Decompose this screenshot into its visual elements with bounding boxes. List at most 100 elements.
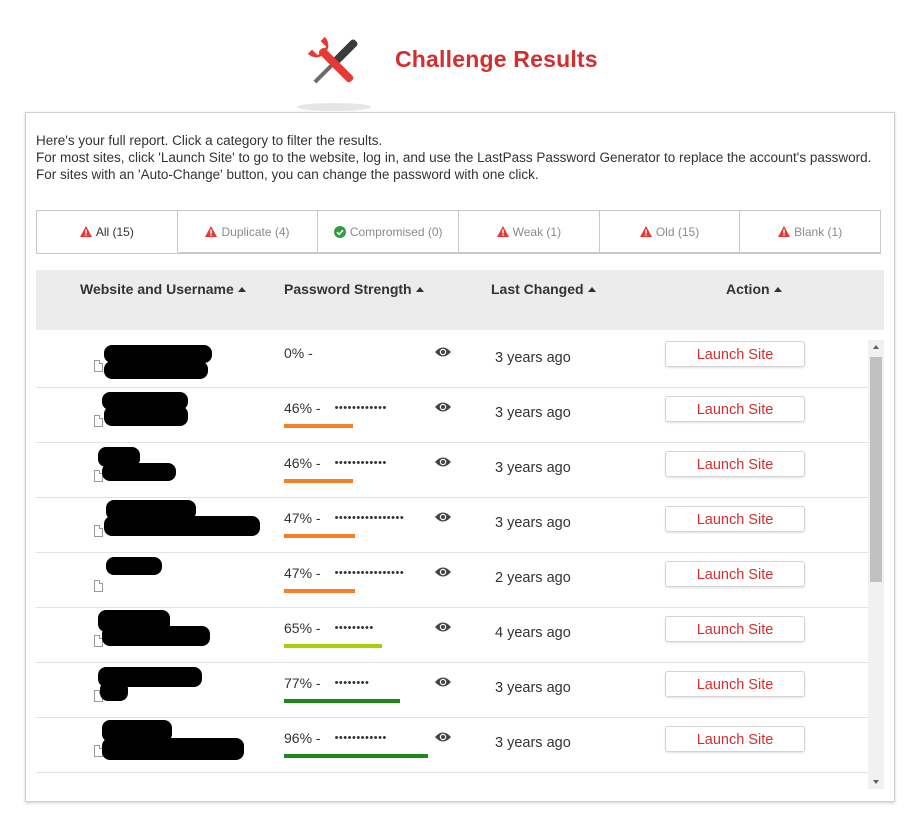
masked-password: •••••••••••••••• (334, 567, 405, 579)
scroll-thumb[interactable] (870, 357, 882, 582)
redacted-site (106, 557, 162, 575)
last-changed: 4 years ago (495, 625, 571, 641)
redacted-username (100, 681, 128, 701)
page-title: Challenge Results (395, 46, 598, 72)
column-action-header[interactable]: Action (726, 281, 782, 297)
column-label: Password Strength (284, 281, 412, 297)
eye-icon[interactable] (434, 401, 452, 413)
launch-site-button[interactable]: Launch Site (665, 671, 805, 697)
column-site-header[interactable]: Website and Username (80, 281, 246, 297)
strength-bar (284, 534, 355, 538)
strength-text: 46% - •••••••••••• (284, 400, 387, 416)
warning-icon (639, 226, 652, 237)
column-label: Last Changed (491, 281, 584, 297)
table-row: 65% - ••••••••• 4 years ago Launch Site (36, 608, 868, 663)
table-row: 46% - •••••••••••• 3 years ago Launch Sit… (36, 388, 868, 443)
tab-compromised[interactable]: Compromised (0) (318, 211, 460, 253)
redacted-username (102, 626, 210, 646)
column-label: Website and Username (80, 281, 234, 297)
document-icon (94, 415, 103, 427)
strength-text: 77% - •••••••• (284, 675, 369, 691)
strength-text: 65% - ••••••••• (284, 620, 374, 636)
warning-icon (778, 226, 791, 237)
tab-old[interactable]: Old (15) (599, 211, 741, 253)
warning-icon (205, 226, 218, 237)
tab-label: Weak (1) (512, 224, 562, 239)
strength-percent: 96% - (284, 730, 321, 746)
eye-icon[interactable] (434, 731, 452, 743)
document-icon (94, 525, 103, 537)
last-changed: 3 years ago (495, 405, 571, 421)
tab-label: Compromised (0) (349, 224, 443, 239)
results-panel: Here's your full report. Click a categor… (25, 112, 895, 802)
launch-site-button[interactable]: Launch Site (665, 561, 805, 587)
results-list: 0% - 3 years ago Launch Site 46% - ••••••… (36, 333, 868, 800)
redacted-username (104, 516, 260, 536)
table-row: 77% - •••••••• 3 years ago Launch Site (36, 663, 868, 718)
strength-bar (284, 699, 400, 703)
redacted-username (104, 361, 208, 379)
tab-duplicate[interactable]: Duplicate (4) (177, 211, 319, 253)
masked-password: •••••••• (334, 677, 370, 689)
launch-site-button[interactable]: Launch Site (665, 451, 805, 477)
strength-bar (284, 644, 382, 648)
last-changed: 3 years ago (495, 680, 571, 696)
strength-text: 47% - •••••••••••••••• (284, 510, 404, 526)
column-strength-header[interactable]: Password Strength (284, 281, 424, 297)
scroll-up-arrow-icon[interactable] (868, 340, 884, 354)
last-changed: 3 years ago (495, 350, 571, 366)
strength-percent: 46% - (284, 455, 321, 471)
eye-icon[interactable] (434, 456, 452, 468)
document-icon (94, 580, 103, 592)
strength-bar (284, 754, 428, 758)
launch-site-button[interactable]: Launch Site (665, 726, 805, 752)
sort-up-icon (415, 287, 424, 292)
last-changed: 2 years ago (495, 570, 571, 586)
strength-text: 96% - •••••••••••• (284, 730, 387, 746)
masked-password: •••••••••••• (334, 402, 387, 414)
tab-label: Duplicate (4) (221, 224, 290, 239)
table-row: 47% - •••••••••••••••• 2 years ago Launch… (36, 553, 868, 608)
intro-text: Here's your full report. Click a categor… (36, 132, 876, 183)
strength-text: 47% - •••••••••••••••• (284, 565, 404, 581)
redacted-username (104, 406, 188, 426)
strength-bar (284, 589, 355, 593)
last-changed: 3 years ago (495, 460, 571, 476)
last-changed: 3 years ago (495, 735, 571, 751)
eye-icon[interactable] (434, 621, 452, 633)
launch-site-button[interactable]: Launch Site (665, 506, 805, 532)
tab-label: Blank (1) (794, 224, 843, 239)
masked-password: •••••••••••••••• (334, 512, 405, 524)
last-changed: 3 years ago (495, 515, 571, 531)
tab-all[interactable]: All (15) (37, 211, 178, 253)
scroll-down-arrow-icon[interactable] (868, 775, 884, 789)
table-row: 0% - 3 years ago Launch Site (36, 333, 868, 388)
warning-icon (496, 226, 509, 237)
redacted-username (102, 738, 244, 760)
launch-site-button[interactable]: Launch Site (665, 396, 805, 422)
table-row: 46% - •••••••••••• 3 years ago Launch Sit… (36, 443, 868, 498)
warning-icon (79, 226, 92, 237)
strength-percent: 46% - (284, 400, 321, 416)
launch-site-button[interactable]: Launch Site (665, 341, 805, 367)
eye-icon[interactable] (434, 346, 452, 358)
eye-icon[interactable] (434, 566, 452, 578)
strength-percent: 77% - (284, 675, 321, 691)
sort-up-icon (587, 287, 596, 292)
launch-site-button[interactable]: Launch Site (665, 616, 805, 642)
strength-text: 46% - •••••••••••• (284, 455, 387, 471)
strength-percent: 65% - (284, 620, 321, 636)
vertical-scrollbar[interactable] (868, 340, 884, 789)
eye-icon[interactable] (434, 511, 452, 523)
column-label: Action (726, 281, 770, 297)
strength-percent: 47% - (284, 565, 321, 581)
masked-password: •••••••••••• (334, 457, 387, 469)
strength-text: 0% - (284, 345, 327, 361)
column-changed-header[interactable]: Last Changed (491, 281, 596, 297)
check-circle-icon (333, 225, 346, 238)
masked-password: •••••••••••• (334, 732, 387, 744)
eye-icon[interactable] (434, 676, 452, 688)
tab-blank[interactable]: Blank (1) (740, 211, 881, 253)
table-row: 47% - •••••••••••••••• 3 years ago Launch… (36, 498, 868, 553)
tab-weak[interactable]: Weak (1) (459, 211, 600, 253)
